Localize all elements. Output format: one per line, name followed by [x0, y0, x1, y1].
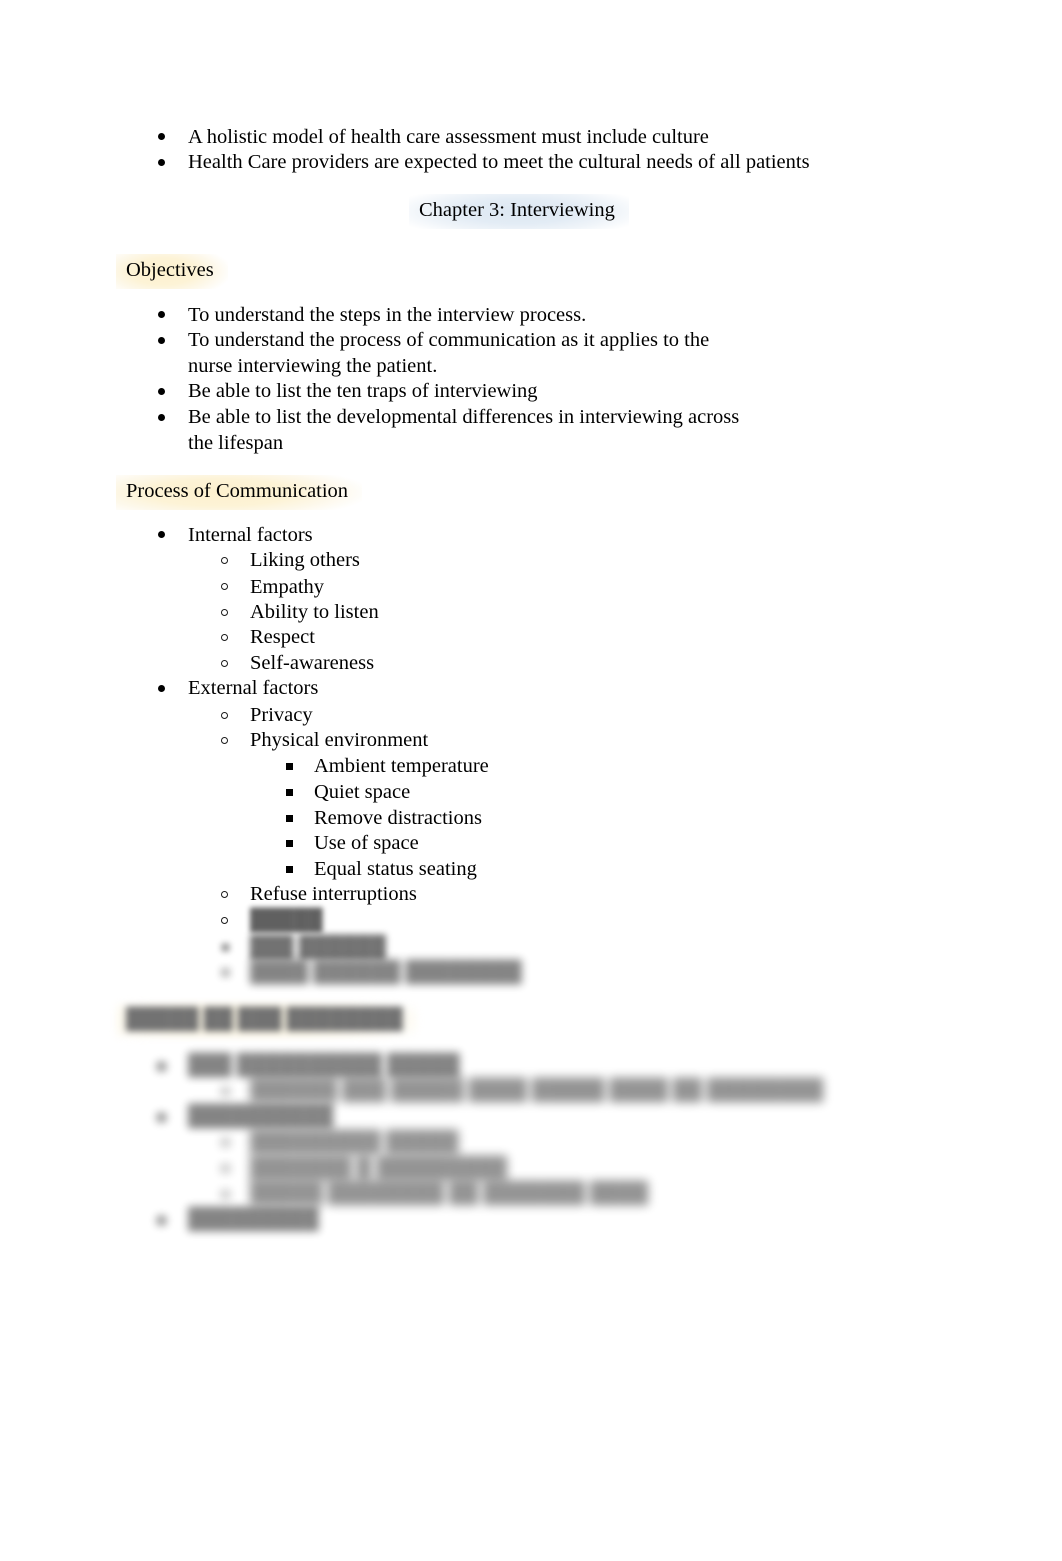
bullet-marker-disc [158, 414, 165, 421]
list-marker [222, 1165, 229, 1172]
external-factor-item: Refuse interruptions [250, 883, 417, 905]
bullet-marker-square [286, 840, 293, 847]
bullet-marker-square [286, 815, 293, 822]
bullet-marker-circle [221, 634, 228, 641]
obscured-list-item: ███ ██████████ █████ [188, 1054, 460, 1076]
internal-factor-item: Self-awareness [250, 652, 375, 674]
obscured-list-subitem: ██████ ███ █████ ████ █████ ████ ██ ████… [250, 1079, 824, 1101]
internal-factor-item: Liking others [250, 549, 360, 571]
list-marker [222, 1088, 229, 1095]
physical-environment-item: Ambient temperature [314, 755, 489, 777]
chapter-title: Chapter 3: Interviewing [409, 194, 629, 229]
obscured-item: ████ ██████ ████████ [250, 961, 522, 983]
objectives-item: Be able to list the ten traps of intervi… [188, 380, 538, 402]
internal-factors-label: Internal factors [188, 524, 313, 546]
obscured-list-subitem: ███████ █ █████████ [250, 1157, 508, 1179]
physical-environment-item: Use of space [314, 832, 419, 854]
section-heading-objectives: Objectives [116, 254, 228, 289]
bullet-marker-square [286, 789, 293, 796]
list-marker [157, 1113, 166, 1122]
objectives-item: To understand the process of communicati… [188, 329, 710, 377]
obscured-list-item: █████████ [188, 1208, 319, 1230]
bullet-marker-disc [158, 311, 165, 318]
bullet-marker-disc [158, 133, 165, 140]
bullet-marker-circle [221, 557, 228, 564]
bullet-marker-square [286, 763, 293, 770]
list-marker [157, 1216, 166, 1225]
external-factors-label: External factors [188, 677, 319, 699]
bullet-marker-disc [158, 337, 165, 344]
list-marker [222, 1191, 229, 1198]
obscured-item: ███ ██████ [250, 936, 386, 958]
objectives-item: Be able to list the developmental differ… [188, 406, 740, 454]
bullet-marker-disc [158, 159, 165, 166]
obscured-list-item: ██████████ [188, 1105, 334, 1127]
obscured-section-heading: █████ ██ ███ ████████ [116, 1003, 417, 1038]
obscured-list-subitem: █████████ █████ [250, 1131, 459, 1153]
bullet-marker-circle [221, 583, 228, 590]
bullet-marker-circle [221, 737, 228, 744]
bullet-marker-square [222, 969, 229, 976]
bullet-marker-disc [158, 685, 165, 692]
document-page: A holistic model of health care assessme… [0, 0, 1062, 1561]
physical-environment-item: Quiet space [314, 781, 411, 803]
intro-bullet-item: Health Care providers are expected to me… [188, 151, 810, 173]
list-marker [222, 1139, 229, 1146]
section-heading-process-of-communication: Process of Communication [116, 475, 363, 510]
objectives-item: To understand the steps in the interview… [188, 304, 587, 326]
external-factor-item: Physical environment [250, 729, 429, 751]
external-factor-item: Privacy [250, 704, 313, 726]
bullet-marker-circle [221, 917, 228, 924]
bullet-marker-circle [221, 660, 228, 667]
physical-environment-item: Remove distractions [314, 807, 482, 829]
bullet-marker-square [286, 866, 293, 873]
physical-environment-item: Equal status seating [314, 858, 477, 880]
bullet-marker-circle [221, 712, 228, 719]
intro-bullet-item: A holistic model of health care assessme… [188, 126, 709, 148]
bullet-marker-square [222, 944, 229, 951]
bullet-marker-disc [158, 531, 165, 538]
internal-factor-item: Empathy [250, 576, 325, 598]
internal-factor-item: Respect [250, 626, 315, 648]
bullet-marker-circle [221, 609, 228, 616]
bullet-marker-circle [221, 891, 228, 898]
bullet-marker-disc [158, 388, 165, 395]
obscured-list-subitem: █████ ████████ ██ ███████ ████ [250, 1182, 649, 1204]
list-marker [157, 1062, 166, 1071]
internal-factor-item: Ability to listen [250, 601, 379, 623]
obscured-item: █████ [250, 909, 323, 931]
